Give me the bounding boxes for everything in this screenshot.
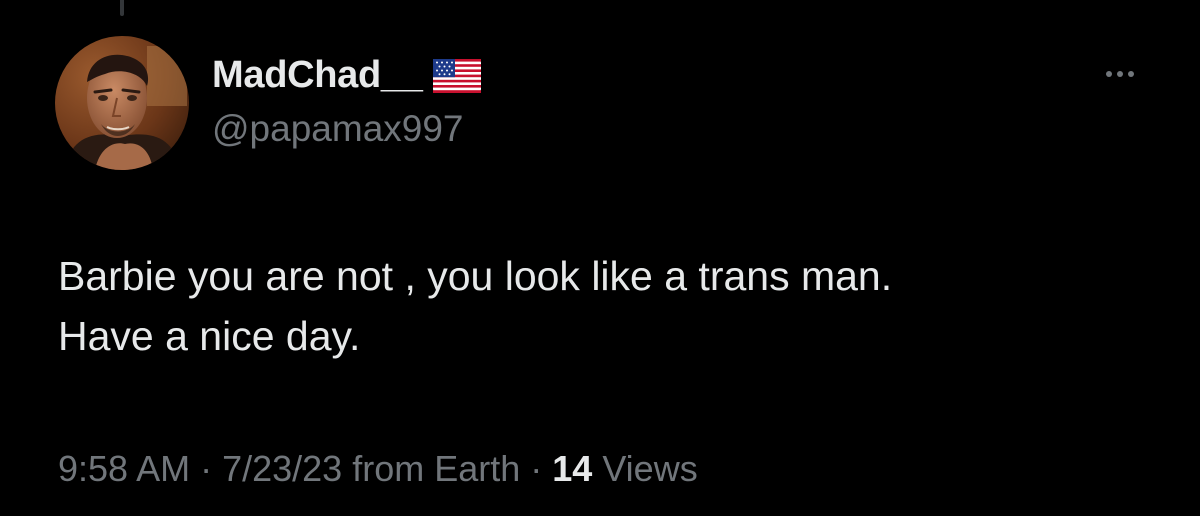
meta-separator: · <box>200 448 213 489</box>
more-options-dot <box>1128 71 1134 77</box>
avatar-photo <box>55 36 189 170</box>
tweet-time[interactable]: 9:58 AM <box>58 448 190 490</box>
thread-connector-line <box>120 0 124 16</box>
tweet-date[interactable]: 7/23/23 <box>222 448 342 490</box>
author-name-row[interactable]: MadChad__ <box>212 50 481 100</box>
views-label[interactable]: Views <box>602 448 697 490</box>
tweet-meta: 9:58 AM · 7/23/23 from Earth · 14 Views <box>58 448 698 490</box>
more-options-button[interactable] <box>1096 60 1144 88</box>
tweet-source: from Earth <box>352 448 521 489</box>
views-count[interactable]: 14 <box>552 448 592 490</box>
more-options-icon <box>1106 71 1112 77</box>
tweet-text: Barbie you are not , you look like a tra… <box>58 246 1158 366</box>
author-handle[interactable]: @papamax997 <box>212 108 464 150</box>
more-options-dot <box>1117 71 1123 77</box>
author-display-name[interactable]: MadChad__ <box>212 54 423 97</box>
tweet-text-line: Have a nice day. <box>58 313 361 359</box>
tweet-text-line: Barbie you are not , you look like a tra… <box>58 253 893 299</box>
us-flag-icon <box>432 59 481 93</box>
meta-separator: · <box>530 448 543 489</box>
avatar[interactable] <box>55 36 189 170</box>
